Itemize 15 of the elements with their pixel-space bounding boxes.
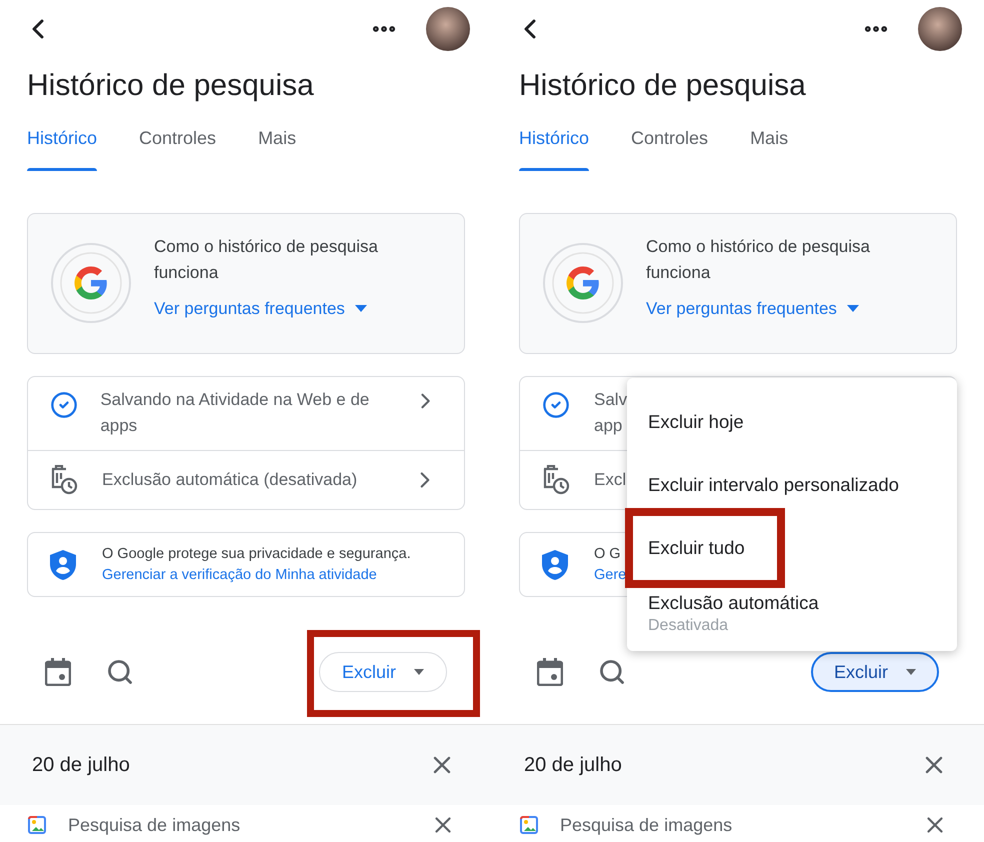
setting-label: Excl xyxy=(594,469,628,491)
page-title: Histórico de pesquisa xyxy=(519,68,807,104)
page-title: Histórico de pesquisa xyxy=(27,68,315,104)
privacy-text: O G xyxy=(594,544,622,564)
result-title: Pesquisa de imagens xyxy=(68,814,242,837)
setting-label: Exclusão automática (desativada) xyxy=(102,469,358,491)
date-label: 20 de julho xyxy=(524,753,623,778)
result-title: Pesquisa de imagens xyxy=(560,814,734,837)
setting-label: Salv app xyxy=(594,389,628,437)
menu-item-subtitle: Desativada xyxy=(648,616,730,636)
privacy-text: O Google protege sua privacidade e segurança. xyxy=(102,544,411,564)
date-label: 20 de julho xyxy=(32,753,131,778)
setting-label: Salvando na Atividade na Web e de apps xyxy=(100,389,370,437)
card-title: Como o histórico de pesquisa funciona xyxy=(646,236,871,284)
card-title: Como o histórico de pesquisa funciona xyxy=(154,236,379,284)
